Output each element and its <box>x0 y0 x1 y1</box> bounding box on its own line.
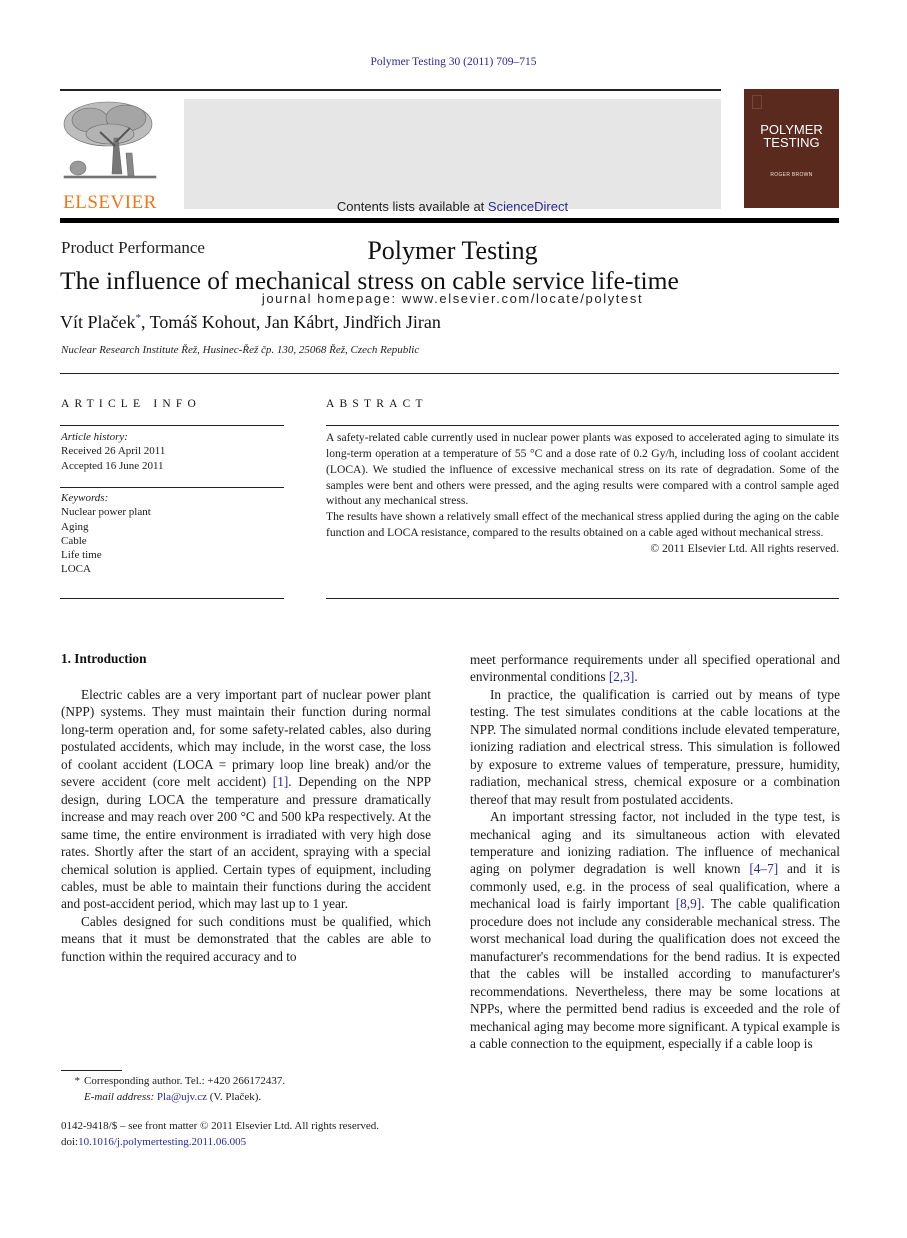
issn-copyright: 0142-9418/$ – see front matter © 2011 El… <box>61 1120 380 1132</box>
keyword: Life time <box>61 549 102 562</box>
keyword: LOCA <box>61 563 91 576</box>
footnote-star: * <box>74 1075 81 1087</box>
keyword: Cable <box>61 534 87 547</box>
email-label: E-mail address: <box>84 1090 155 1103</box>
keyword: Aging <box>61 520 89 533</box>
keywords-rule <box>60 487 284 488</box>
meta-divider <box>60 373 839 374</box>
doi-prefix: doi: <box>61 1135 79 1148</box>
contents-prefix: Contents lists available at <box>336 199 488 214</box>
author-separator: , <box>255 312 265 332</box>
author-affiliation: Nuclear Research Institute Řež, Husinec-… <box>61 344 420 356</box>
footnote-line: * Corresponding author. Tel.: +420 266172… <box>61 1074 286 1090</box>
reference-link[interactable]: [1] <box>273 774 289 789</box>
body-paragraph: Electric cables are a very important par… <box>61 686 431 913</box>
abstract-paragraph: A safety-related cable currently used in… <box>326 431 839 508</box>
article-history: Article history: Received 26 April 2011 … <box>61 430 165 473</box>
header-thick-rule <box>60 218 839 223</box>
cover-title: POLYMER TESTING <box>744 123 839 149</box>
body-column-left: Electric cables are a very important par… <box>61 686 431 965</box>
paragraph-text: meet performance requirements under all … <box>470 652 840 685</box>
cover-editor: ROGER BROWN <box>770 172 813 178</box>
elsevier-logo[interactable]: ELSEVIER <box>60 98 160 213</box>
history-label: Article history: <box>61 431 128 443</box>
author-name[interactable]: Jan Kábrt <box>265 312 334 332</box>
body-paragraph: meet performance requirements under all … <box>470 651 840 686</box>
article-info-rule <box>60 425 284 426</box>
elsevier-tree-icon <box>63 101 157 179</box>
paragraph-text: . The cable qualification procedure does… <box>470 896 840 1051</box>
body-paragraph: In practice, the qualification is carrie… <box>470 686 840 807</box>
cover-title-line2: TESTING <box>763 135 820 150</box>
journal-citation[interactable]: Polymer Testing 30 (2011) 709–715 <box>0 56 907 68</box>
article-section-label: Product Performance <box>61 238 205 257</box>
cover-logo-icon <box>752 95 762 109</box>
article-info-heading: ARTICLE INFO <box>61 398 201 410</box>
article-info-bottom-rule <box>60 598 284 599</box>
section-heading-introduction: 1. Introduction <box>61 651 147 666</box>
doi-line: doi:10.1016/j.polymertesting.2011.06.005 <box>61 1135 379 1151</box>
contents-line: Contents lists available at ScienceDirec… <box>184 199 721 214</box>
elsevier-wordmark: ELSEVIER <box>63 192 157 213</box>
reference-link[interactable]: [4–7] <box>749 861 778 876</box>
keywords-block: Keywords: Nuclear power plant Aging Cabl… <box>61 491 151 577</box>
keywords-label: Keywords: <box>61 492 109 504</box>
corresponding-author-footnote: * Corresponding author. Tel.: +420 266172… <box>61 1074 286 1106</box>
journal-cover-image[interactable]: POLYMER TESTING ROGER BROWN <box>744 89 839 208</box>
author-list: Vít Plaček*, Tomáš Kohout, Jan Kábrt, Ji… <box>60 312 441 333</box>
abstract-paragraph: The results have shown a relatively smal… <box>326 510 839 540</box>
body-column-right: meet performance requirements under all … <box>470 651 840 1052</box>
footnote-line: E-mail address: Pla@ujv.cz (V. Plaček). <box>61 1090 285 1106</box>
email-link[interactable]: Pla@ujv.cz <box>157 1091 207 1103</box>
abstract-body: A safety-related cable currently used in… <box>326 430 839 557</box>
author-name[interactable]: Tomáš Kohout <box>150 312 256 332</box>
header-top-rule <box>60 89 721 91</box>
body-paragraph: An important stressing factor, not inclu… <box>470 808 840 1052</box>
received-date: Received 26 April 2011 <box>61 445 166 458</box>
sciencedirect-link[interactable]: ScienceDirect <box>488 199 568 214</box>
email-suffix: (V. Plaček). <box>206 1090 262 1103</box>
reference-link[interactable]: [8,9] <box>676 896 701 911</box>
paragraph-text: . Depending on the NPP design, during LO… <box>61 774 431 912</box>
journal-header-box: Contents lists available at ScienceDirec… <box>184 99 721 306</box>
author-name[interactable]: Jindřich Jiran <box>343 312 440 332</box>
accepted-date: Accepted 16 June 2011 <box>61 459 164 472</box>
article-title: The influence of mechanical stress on ca… <box>60 266 679 295</box>
doi-link[interactable]: 10.1016/j.polymertesting.2011.06.005 <box>78 1136 246 1148</box>
corresponding-text: Corresponding author. Tel.: +420 2661724… <box>84 1075 286 1087</box>
footnote-rule <box>61 1070 122 1071</box>
front-matter: 0142-9418/$ – see front matter © 2011 El… <box>61 1119 379 1150</box>
abstract-rule <box>326 425 839 426</box>
journal-title: Polymer Testing <box>367 236 538 265</box>
reference-link[interactable]: [2,3] <box>609 669 634 684</box>
author-separator: , <box>140 312 150 332</box>
author-name[interactable]: Vít Plaček <box>60 312 135 332</box>
keyword: Nuclear power plant <box>61 506 151 519</box>
body-paragraph: Cables designed for such conditions must… <box>61 913 431 964</box>
abstract-heading: ABSTRACT <box>326 398 428 410</box>
paragraph-text: . <box>634 669 638 685</box>
abstract-bottom-rule <box>326 598 839 599</box>
abstract-copyright: © 2011 Elsevier Ltd. All rights reserved… <box>650 541 839 555</box>
